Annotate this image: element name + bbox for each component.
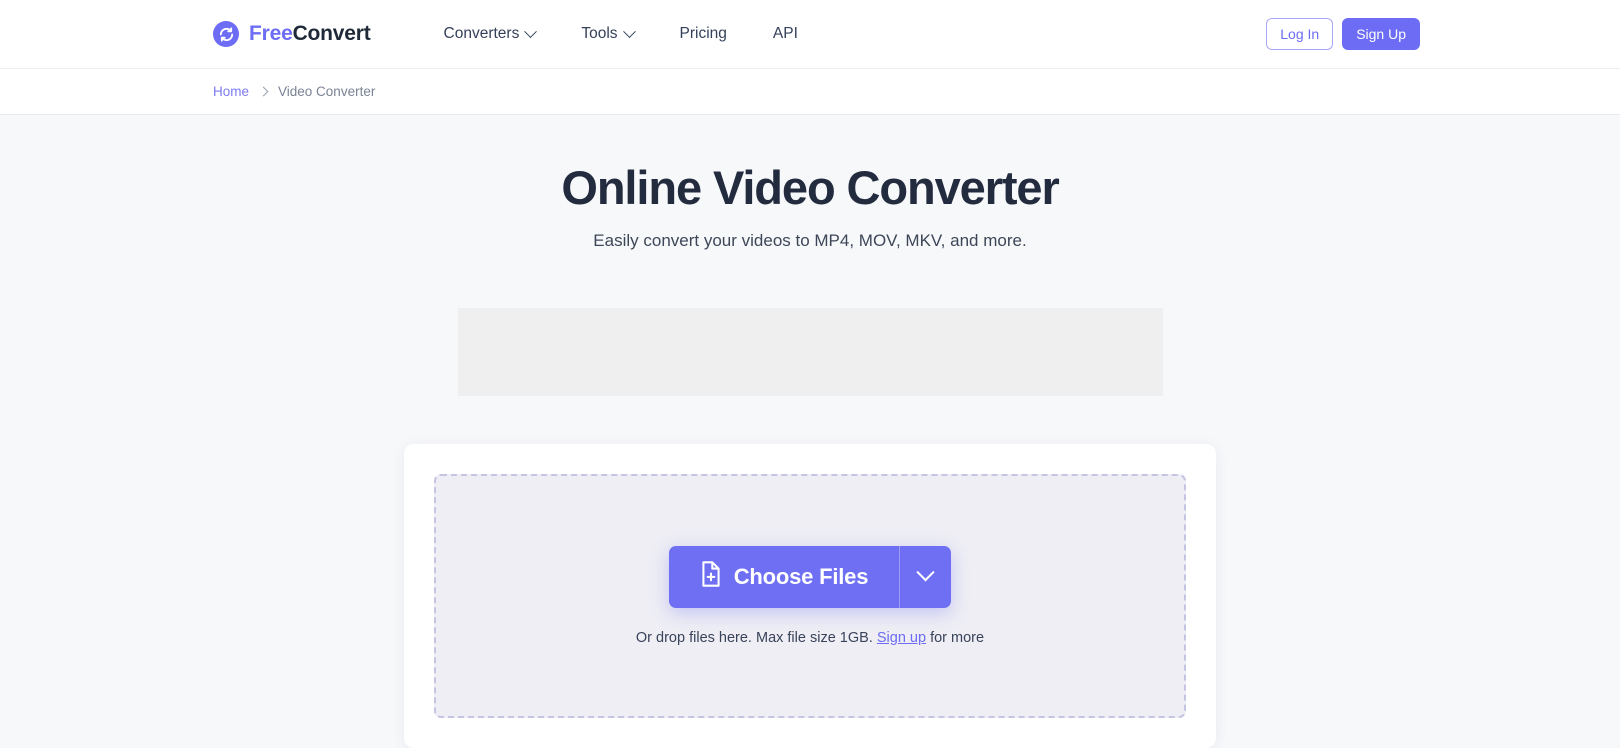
header-actions: Log In Sign Up — [1266, 17, 1420, 51]
choose-files-button[interactable]: Choose Files — [668, 545, 900, 608]
site-header: FreeConvert Converters Tools Pricing API… — [0, 0, 1620, 68]
sync-refresh-icon — [213, 21, 239, 47]
page-subtitle: Easily convert your videos to MP4, MOV, … — [593, 230, 1027, 250]
file-dropzone[interactable]: Choose Files Or drop files here. Max fil… — [434, 473, 1186, 718]
upload-card: Choose Files Or drop files here. Max fil… — [404, 443, 1216, 748]
chevron-down-icon — [524, 24, 538, 38]
file-plus-icon — [700, 560, 722, 593]
brand-name-second: Convert — [292, 22, 371, 45]
nav-item-label: Converters — [443, 25, 520, 42]
nav-item-label: Pricing — [679, 25, 727, 42]
main-content: Online Video Converter Easily convert yo… — [0, 115, 1620, 748]
breadcrumb: Home Video Converter — [213, 84, 375, 99]
signup-link[interactable]: Sign up — [877, 630, 926, 646]
nav-item-pricing[interactable]: Pricing — [657, 15, 750, 53]
dropzone-hint: Or drop files here. Max file size 1GB. S… — [636, 630, 984, 646]
brand-name-first: Free — [249, 22, 293, 45]
chevron-right-icon — [258, 86, 269, 97]
main-nav: Converters Tools Pricing API — [421, 15, 821, 53]
chevron-down-icon — [916, 563, 935, 582]
brand-name: FreeConvert — [249, 22, 371, 46]
breadcrumb-item-current: Video Converter — [278, 84, 376, 99]
dropzone-hint-suffix: for more — [930, 629, 985, 646]
nav-item-label: Tools — [581, 25, 618, 42]
ad-placeholder — [457, 307, 1163, 396]
dropzone-hint-text: Or drop files here. Max file size 1GB. — [635, 629, 873, 646]
breadcrumb-bar: Home Video Converter — [0, 68, 1620, 115]
page-title: Online Video Converter — [561, 161, 1059, 214]
choose-files-label: Choose Files — [733, 563, 869, 589]
choose-files-group: Choose Files — [668, 545, 952, 608]
nav-item-converters[interactable]: Converters — [421, 15, 559, 53]
nav-item-tools[interactable]: Tools — [558, 15, 656, 53]
brand-logo[interactable]: FreeConvert — [213, 21, 371, 47]
chevron-down-icon — [622, 24, 636, 38]
signup-button[interactable]: Sign Up — [1342, 17, 1420, 51]
nav-item-label: API — [772, 25, 798, 42]
breadcrumb-item-home[interactable]: Home — [213, 84, 249, 99]
choose-files-dropdown-button[interactable] — [899, 545, 952, 608]
login-button[interactable]: Log In — [1266, 17, 1334, 51]
nav-item-api[interactable]: API — [750, 15, 821, 53]
